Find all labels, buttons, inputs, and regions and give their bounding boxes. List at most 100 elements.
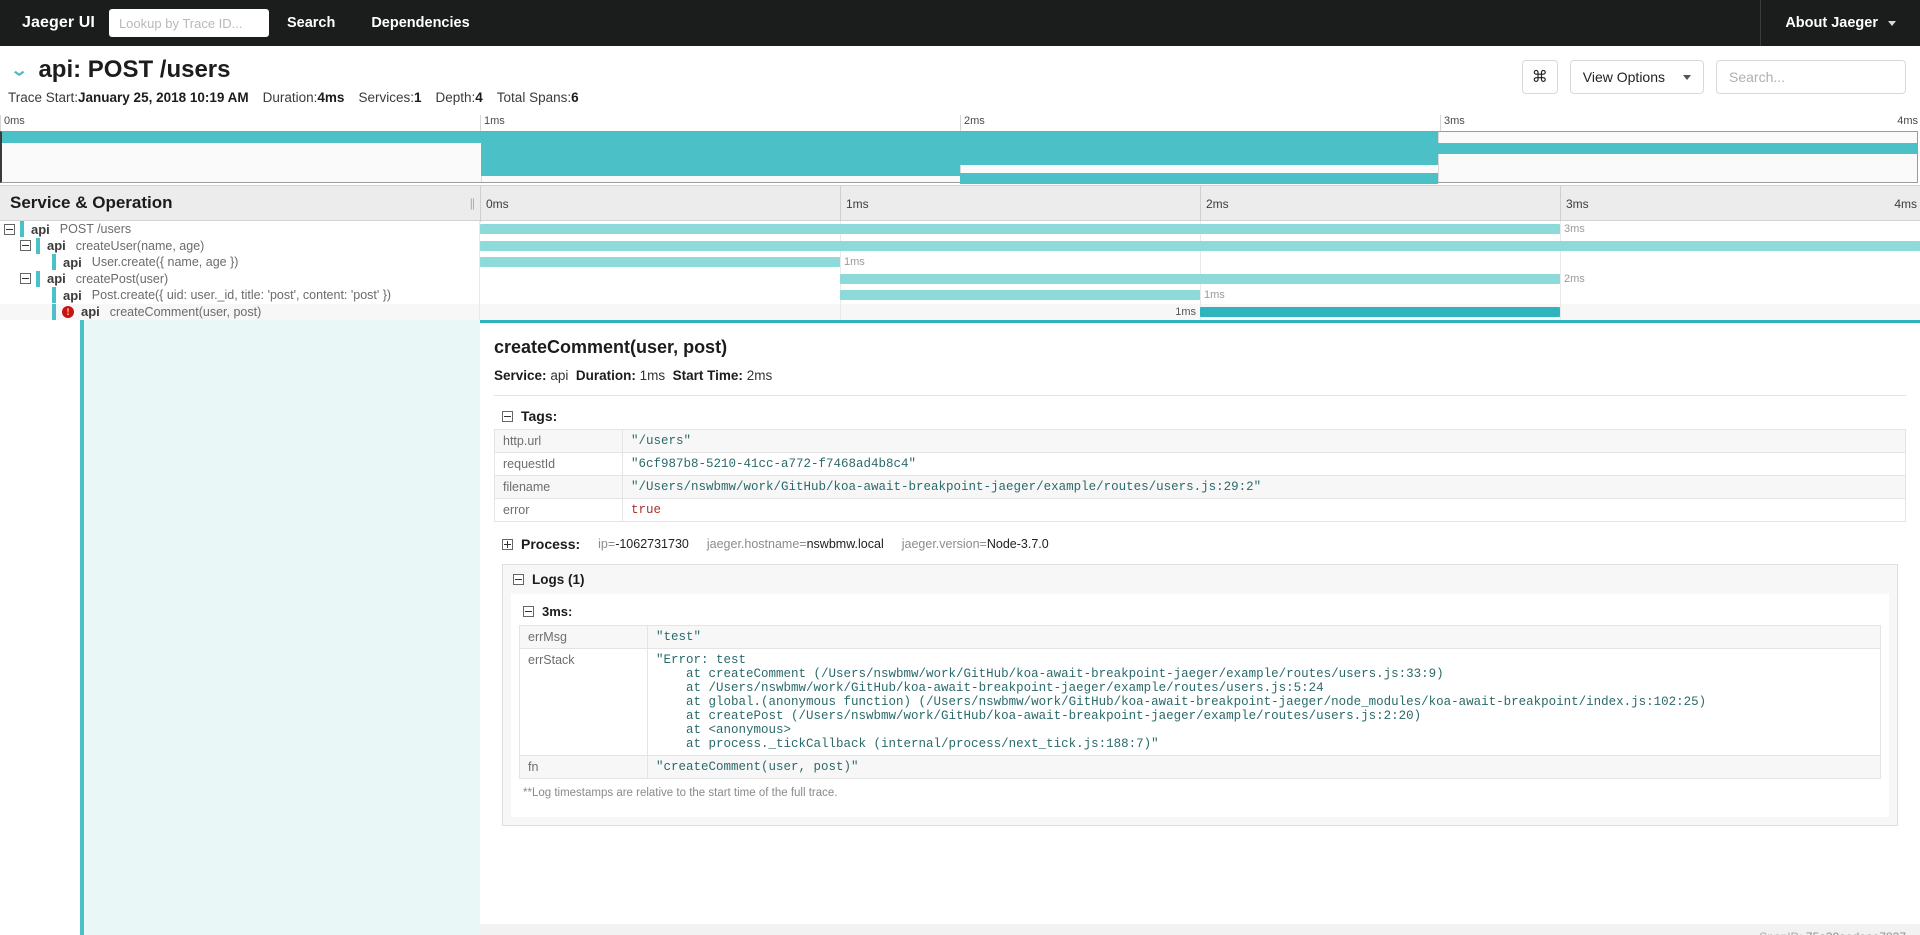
span-duration-bar[interactable] <box>1200 307 1560 317</box>
span-search-input[interactable] <box>1716 60 1906 94</box>
span-row[interactable]: apiUser.create({ name, age })1ms <box>0 254 1920 271</box>
span-duration-bar[interactable] <box>480 224 1560 234</box>
timeline-gridline <box>1560 254 1561 271</box>
span-duration-label: 3ms <box>1564 223 1585 235</box>
minimap-tick-labels: 0ms1ms2ms3ms4ms <box>0 115 1920 131</box>
log-fields-table: errMsg"test"errStack"Error: test at crea… <box>519 625 1881 779</box>
chevron-collapse-icon[interactable]: ⌄ <box>10 62 28 79</box>
meta-label: Duration: <box>263 90 318 105</box>
about-jaeger-menu[interactable]: About Jaeger <box>1761 0 1920 46</box>
timeline-tick: 1ms <box>840 186 869 222</box>
tag-value: "/users" <box>623 430 1906 453</box>
tags-accordion-toggle[interactable]: Tags: <box>502 408 1906 424</box>
meta-label: Total Spans: <box>497 90 571 105</box>
timeline-tick: 0ms <box>480 186 509 222</box>
span-row-bar-area[interactable]: 2ms <box>480 271 1920 288</box>
spanid-label: SpanID: <box>1759 930 1802 935</box>
top-navbar: Jaeger UI Search Dependencies About Jaeg… <box>0 0 1920 46</box>
span-row-bar-area[interactable]: 1ms <box>480 304 1920 321</box>
process-tag-key: ip= <box>598 537 615 551</box>
log-field-key: fn <box>520 756 648 779</box>
service-operation-header: Service & Operation || <box>0 186 480 220</box>
nav-link-dependencies[interactable]: Dependencies <box>353 0 487 46</box>
span-duration-bar[interactable] <box>840 290 1200 300</box>
minimap-row <box>2 173 1917 184</box>
timeline-tick: 2ms <box>1200 186 1229 222</box>
span-duration-bar[interactable] <box>840 274 1560 284</box>
minimap-bar <box>481 143 1917 154</box>
tag-key: filename <box>495 476 623 499</box>
chevron-down-icon <box>1683 75 1691 80</box>
meta-services: Services:1 <box>358 90 421 105</box>
span-row-label[interactable]: apiPOST /users <box>0 221 480 238</box>
timeline-tick: 3ms <box>1560 186 1589 222</box>
span-detail-meta: Service: api Duration: 1ms Start Time: 2… <box>494 368 1906 383</box>
process-tag-key: jaeger.version= <box>902 537 987 551</box>
tag-value: "/Users/nswbmw/work/GitHub/koa-await-bre… <box>623 476 1906 499</box>
column-resize-handle[interactable]: || <box>470 196 474 210</box>
spanid-value: 75a39aedeae7837 <box>1806 930 1906 935</box>
span-operation-name: createUser(name, age) <box>76 239 205 253</box>
span-detail-area: createComment(user, post) Service: api D… <box>0 320 1920 935</box>
span-expander-icon[interactable] <box>4 224 15 235</box>
span-row-label[interactable]: apiUser.create({ name, age }) <box>0 254 480 271</box>
meta-trace-start: Trace Start:January 25, 2018 10:19 AM <box>8 90 249 105</box>
trace-id-lookup-input[interactable] <box>109 9 269 37</box>
span-row-bar-area[interactable]: 1ms <box>480 254 1920 271</box>
process-label: Process: <box>521 536 580 552</box>
span-row[interactable]: apiPost.create({ uid: user._id, title: '… <box>0 287 1920 304</box>
service-color-bar <box>36 238 40 254</box>
span-row[interactable]: apiPOST /users 3ms <box>0 221 1920 238</box>
span-operation-name: POST /users <box>60 222 131 236</box>
nav-link-search[interactable]: Search <box>269 0 353 46</box>
error-icon: ! <box>62 306 74 318</box>
process-tag-version: jaeger.version=Node-3.7.0 <box>902 537 1049 551</box>
span-row-bar-area[interactable]: 3ms <box>480 221 1920 238</box>
log-field-row: fn"createComment(user, post)" <box>520 756 1881 779</box>
minimap-tick: 1ms <box>480 115 505 131</box>
meta-label: Services: <box>358 90 414 105</box>
span-detail-panel: createComment(user, post) Service: api D… <box>480 320 1920 935</box>
span-row-bar-area[interactable]: 1ms <box>480 287 1920 304</box>
span-duration-bar[interactable] <box>480 241 1920 251</box>
keyboard-shortcuts-button[interactable]: ⌘ <box>1522 60 1558 94</box>
span-expander-icon[interactable] <box>20 273 31 284</box>
trace-minimap[interactable]: 0ms1ms2ms3ms4ms <box>0 115 1920 185</box>
minimap-bar <box>960 173 1439 184</box>
process-tag-hostname: jaeger.hostname=nswbmw.local <box>707 537 884 551</box>
chevron-down-icon <box>1888 21 1896 26</box>
log-field-value: "createComment(user, post)" <box>648 756 1881 779</box>
logs-accordion-toggle[interactable]: Logs (1) <box>503 565 1897 594</box>
span-row-label[interactable]: apiPost.create({ uid: user._id, title: '… <box>0 287 480 304</box>
tag-value: "6cf987b8-5210-41cc-a772-f7468ad4b8c4" <box>623 453 1906 476</box>
span-row-label[interactable]: apicreateUser(name, age) <box>0 238 480 255</box>
log-entry-toggle[interactable]: 3ms: <box>523 604 1881 619</box>
timeline-ticks: 0ms1ms2ms3ms4ms <box>480 186 1920 220</box>
span-detail-title: createComment(user, post) <box>494 337 1906 358</box>
brand-logo[interactable]: Jaeger UI <box>14 14 109 32</box>
logs-body: 3ms: errMsg"test"errStack"Error: test at… <box>511 594 1889 817</box>
process-row[interactable]: Process: ip=-1062731730 jaeger.hostname=… <box>502 536 1906 552</box>
meta-total-spans: Total Spans:6 <box>497 90 579 105</box>
span-expander-icon[interactable] <box>20 240 31 251</box>
divider <box>494 395 1906 396</box>
span-row[interactable]: apicreatePost(user)2ms <box>0 271 1920 288</box>
span-row[interactable]: apicreateUser(name, age) <box>0 238 1920 255</box>
span-service-name: api <box>63 255 82 270</box>
service-value: api <box>550 368 568 383</box>
plus-box-icon <box>502 539 513 550</box>
span-row-label[interactable]: !apicreateComment(user, post) <box>0 304 480 321</box>
service-color-bar <box>52 304 56 320</box>
timeline-gridline <box>840 254 841 271</box>
minimap-tick: 0ms <box>0 115 25 131</box>
page-title: api: POST /users <box>38 56 230 84</box>
view-options-button[interactable]: View Options <box>1570 60 1704 94</box>
minimap-body[interactable] <box>0 131 1918 183</box>
minimap-bar <box>481 154 1439 165</box>
span-row[interactable]: !apicreateComment(user, post)1ms <box>0 304 1920 321</box>
span-row-label[interactable]: apicreatePost(user) <box>0 271 480 288</box>
meta-value: 6 <box>571 90 579 105</box>
trace-header-actions: ⌘ View Options <box>1522 60 1906 94</box>
span-row-bar-area[interactable] <box>480 238 1920 255</box>
span-duration-bar[interactable] <box>480 257 840 267</box>
